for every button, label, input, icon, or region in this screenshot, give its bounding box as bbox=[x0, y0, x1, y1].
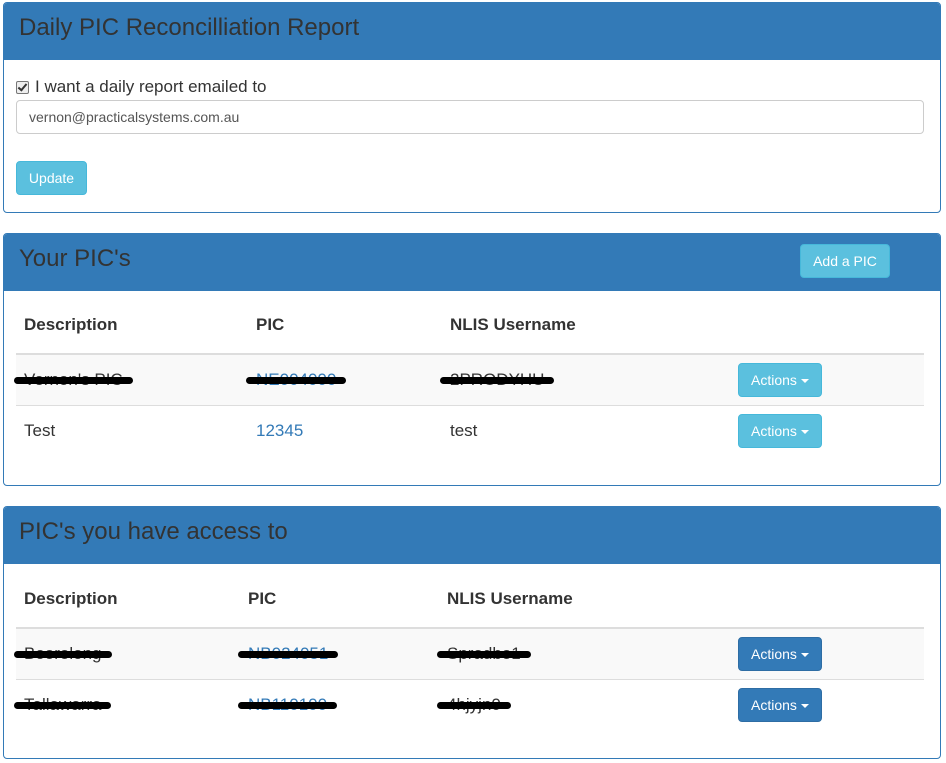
actions-dropdown-button[interactable]: Actions bbox=[738, 637, 822, 671]
caret-down-icon bbox=[800, 653, 809, 658]
update-button[interactable]: Update bbox=[16, 161, 87, 195]
caret-down-icon bbox=[800, 430, 809, 435]
column-header-nlis-username: NLIS Username bbox=[439, 571, 730, 629]
column-header-nlis-username: NLIS Username bbox=[442, 297, 730, 355]
column-header-pic: PIC bbox=[240, 571, 439, 629]
access-pics-title: PIC's you have access to bbox=[19, 518, 288, 545]
column-header-pic: PIC bbox=[248, 297, 442, 355]
email-input[interactable]: vernon@practicalsystems.com.au bbox=[16, 100, 924, 134]
table-row: Tallawarra NB110100 4hjyjn0 Actions bbox=[13, 679, 924, 730]
actions-dropdown-button[interactable]: Actions bbox=[738, 363, 822, 397]
access-pics-heading: PIC's you have access to bbox=[4, 507, 940, 564]
your-pics-heading: Your PIC's Add a PIC bbox=[4, 234, 940, 291]
column-header-actions bbox=[730, 297, 924, 355]
row-description: Boorolong bbox=[14, 644, 111, 663]
table-row: Boorolong NB024051 Spradbo1 Actions bbox=[14, 627, 924, 680]
actions-label: Actions bbox=[751, 697, 797, 713]
daily-report-label: I want a daily report emailed to bbox=[35, 77, 267, 96]
daily-report-checkbox[interactable] bbox=[16, 80, 29, 94]
row-pic-link[interactable]: NB024051 bbox=[237, 644, 339, 664]
add-pic-button[interactable]: Add a PIC bbox=[800, 244, 890, 278]
row-pic-link[interactable]: NE004000 bbox=[245, 370, 347, 390]
actions-dropdown-button[interactable]: Actions bbox=[738, 414, 822, 448]
row-username: test bbox=[450, 421, 478, 440]
report-title: Daily PIC Reconcilliation Report bbox=[19, 14, 360, 41]
caret-down-icon bbox=[800, 379, 809, 384]
table-header-row: Description PIC NLIS Username bbox=[16, 297, 924, 355]
table-row: Vernon's PIC NE004000 2PRODYHU Actions bbox=[14, 353, 924, 406]
row-description: Tallawarra bbox=[13, 695, 113, 714]
report-panel-heading: Daily PIC Reconcilliation Report bbox=[4, 3, 940, 60]
row-username: Spradbo1 bbox=[437, 644, 531, 663]
row-username: 2PRODYHU bbox=[439, 370, 555, 389]
row-description: Test bbox=[24, 421, 56, 440]
actions-label: Actions bbox=[751, 646, 797, 662]
daily-report-option: I want a daily report emailed to bbox=[16, 77, 267, 97]
table-header-row: Description PIC NLIS Username bbox=[16, 571, 924, 629]
row-pic-link[interactable]: 12345 bbox=[256, 421, 303, 440]
actions-label: Actions bbox=[751, 372, 797, 388]
your-pics-table: Description PIC NLIS Username Vernon's P… bbox=[14, 297, 924, 456]
column-header-actions bbox=[730, 571, 924, 629]
caret-down-icon bbox=[800, 704, 809, 709]
actions-label: Actions bbox=[751, 423, 797, 439]
access-pics-table: Description PIC NLIS Username Boorolong … bbox=[13, 571, 924, 730]
column-header-description: Description bbox=[16, 297, 248, 355]
your-pics-title: Your PIC's bbox=[19, 245, 131, 272]
row-description: Vernon's PIC bbox=[14, 370, 133, 389]
table-row: Test 12345 test Actions bbox=[16, 405, 924, 456]
actions-dropdown-button[interactable]: Actions bbox=[738, 688, 822, 722]
column-header-description: Description bbox=[16, 571, 240, 629]
row-pic-link[interactable]: NB110100 bbox=[237, 695, 338, 715]
row-username: 4hjyjn0 bbox=[437, 695, 511, 714]
